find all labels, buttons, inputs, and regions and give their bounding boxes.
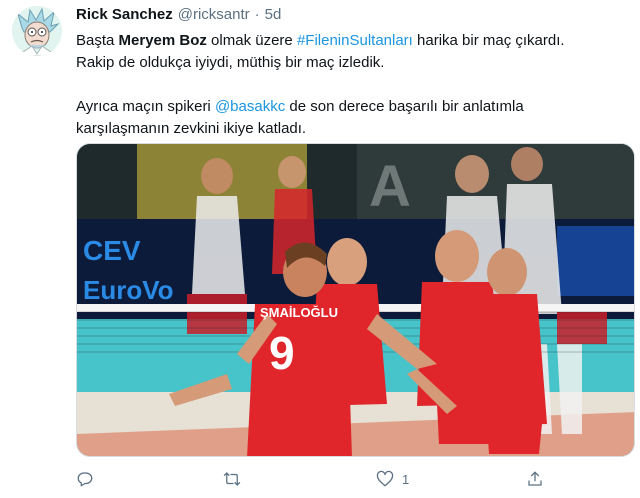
tweet-header: Rick Sanchez @ricksantr · 5d (76, 6, 281, 26)
tweet-photo[interactable]: A CEV EuroVo ŞMAİLOĞLU 9 (76, 143, 635, 457)
reply-button[interactable] (76, 470, 94, 488)
text-segment: olmak üzere (206, 32, 297, 49)
tweet-line-3: Ayrıca maçın spikeri @basakkc de son der… (76, 96, 626, 118)
tweet-line-1: Başta Meryem Boz olmak üzere #FileninSul… (76, 30, 626, 52)
like-count: 1 (402, 471, 410, 487)
avatar[interactable] (12, 6, 62, 56)
retweet-button[interactable] (222, 470, 242, 488)
retweet-icon (223, 472, 241, 486)
display-name[interactable]: Rick Sanchez (76, 6, 173, 23)
bold-name: Meryem Boz (118, 32, 207, 49)
mention-link[interactable]: @basakkc (215, 98, 285, 115)
share-button[interactable] (526, 470, 544, 488)
jersey-name: ŞMAİLOĞLU (260, 305, 338, 320)
tweet-timestamp[interactable]: 5d (265, 6, 282, 23)
banner-eurovolley: EuroVo (83, 275, 174, 305)
text-segment: Başta (76, 32, 119, 49)
user-handle[interactable]: @ricksantr (178, 6, 250, 23)
separator-dot: · (254, 6, 260, 23)
banner-cev: CEV (83, 235, 141, 266)
tweet-line-2: Rakip de oldukça iyiydi, müthiş bir maç … (76, 54, 385, 71)
tweet-line-4: karşılaşmanın zevkini ikiye katladı. (76, 120, 307, 137)
text-segment: Ayrıca maçın spikeri (76, 98, 215, 115)
share-icon (528, 471, 542, 486)
rick-avatar-icon (12, 6, 62, 56)
reply-icon (77, 472, 93, 487)
like-button[interactable]: 1 (376, 470, 409, 488)
tweet[interactable]: Rick Sanchez @ricksantr · 5d Başta Merye… (0, 0, 640, 498)
text-segment: de son derece başarılı bir anlatımla (285, 98, 524, 115)
jersey-number: 9 (269, 327, 295, 379)
background-letter: A (369, 154, 411, 219)
tweet-text: Başta Meryem Boz olmak üzere #FileninSul… (76, 30, 626, 140)
hashtag-link[interactable]: #FileninSultanları (297, 32, 413, 49)
heart-icon (376, 470, 394, 487)
text-segment: harika bir maç çıkardı. (412, 32, 565, 49)
volleyball-celebration-image: A CEV EuroVo ŞMAİLOĞLU 9 (77, 144, 634, 456)
tweet-actions: 1 (76, 467, 626, 491)
